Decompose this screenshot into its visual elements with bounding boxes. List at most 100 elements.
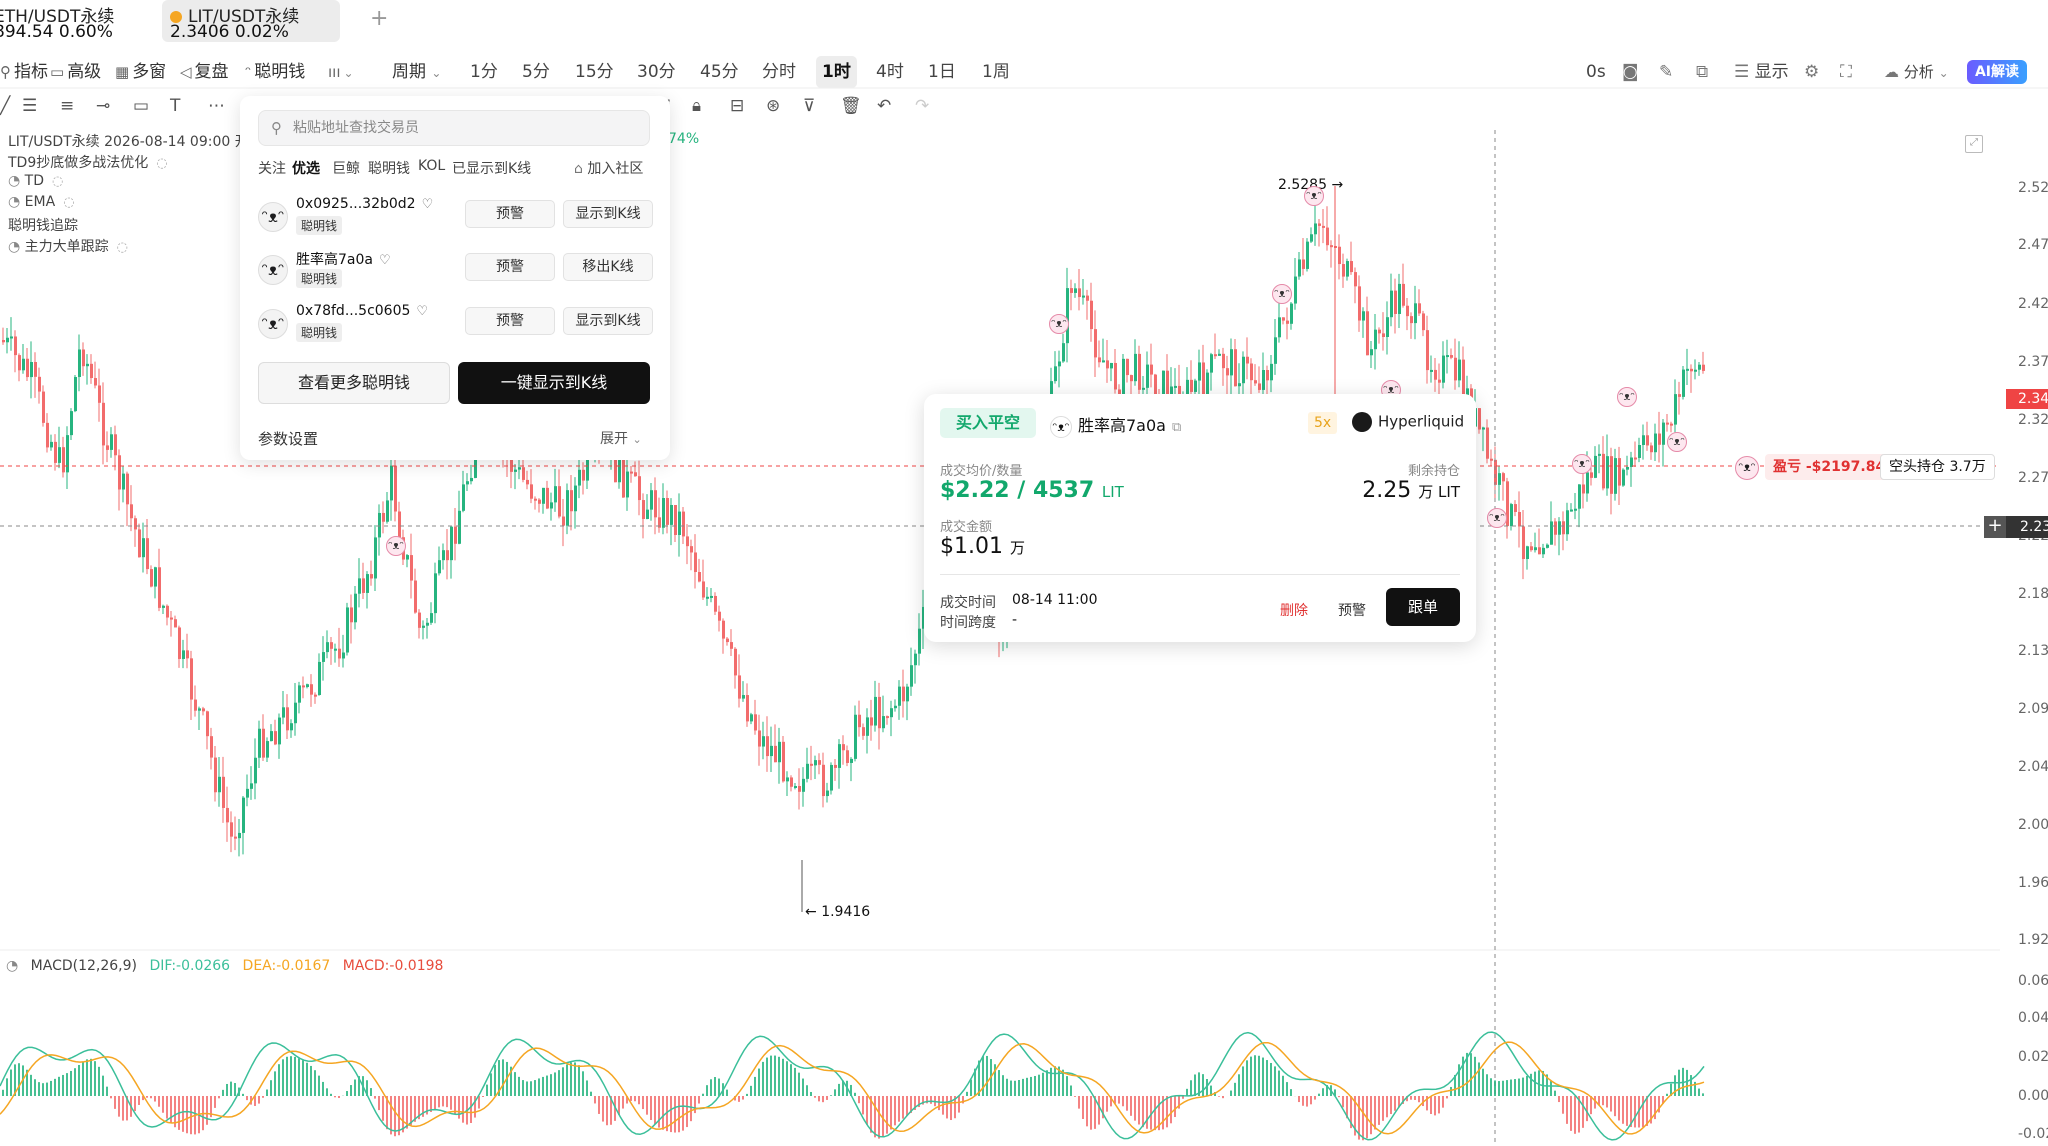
filter-kol[interactable]: KOL bbox=[418, 158, 445, 174]
macd-bar bbox=[190, 1096, 192, 1135]
macd-bar bbox=[1342, 1096, 1344, 1108]
heart-icon[interactable]: ♡ bbox=[422, 197, 434, 212]
candle-body bbox=[1366, 311, 1369, 356]
expand-icon[interactable]: ⤢ bbox=[1965, 135, 1983, 153]
candle-body bbox=[1558, 521, 1561, 535]
price-tick: 2.32 bbox=[2018, 412, 2048, 428]
legend-smart-money[interactable]: 聪明钱追踪 bbox=[8, 215, 78, 235]
smart-money-marker-icon[interactable]: ᵔᴥᵔ bbox=[386, 536, 406, 556]
candle-body bbox=[566, 490, 569, 526]
candle-body bbox=[1510, 504, 1513, 527]
candle-body bbox=[286, 707, 289, 731]
candle-body bbox=[1646, 435, 1649, 446]
view-more-smart-money-button[interactable]: 查看更多聪明钱 bbox=[258, 362, 450, 404]
legend-ema[interactable]: ◔ EMA ◌ bbox=[8, 194, 75, 210]
trader-search-box[interactable]: ⚲ bbox=[258, 110, 650, 146]
trader-row[interactable]: ᵔᴥᵔ 胜率高7a0a ♡ 聪明钱 预警 移出K线 bbox=[258, 249, 658, 293]
eye-off-icon[interactable]: ◌ bbox=[63, 195, 74, 210]
position-trader-icon[interactable]: ᵔᴥᵔ bbox=[1735, 456, 1759, 480]
eye-off-icon[interactable]: ◌ bbox=[156, 156, 167, 171]
macd-bar bbox=[514, 1072, 516, 1096]
macd-bar bbox=[1302, 1096, 1304, 1106]
candle-body bbox=[1614, 458, 1617, 494]
show-on-chart-button[interactable]: 显示到K线 bbox=[563, 200, 653, 228]
trader-row[interactable]: ᵔᴥᵔ 0x78fd...5c0605 ♡ 聪明钱 预警 显示到K线 bbox=[258, 303, 658, 347]
macd-bar bbox=[1498, 1081, 1500, 1096]
candle-body bbox=[1254, 380, 1257, 384]
macd-bar bbox=[226, 1083, 228, 1096]
heart-icon[interactable]: ♡ bbox=[379, 253, 391, 268]
macd-legend[interactable]: ◔ MACD(12,26,9) DIF:-0.0266 DEA:-0.0167 … bbox=[6, 958, 451, 974]
candle-body bbox=[1294, 276, 1297, 304]
macd-bar bbox=[1622, 1096, 1624, 1124]
eye-off-icon[interactable]: ◌ bbox=[52, 174, 63, 189]
macd-bar bbox=[1614, 1096, 1616, 1117]
candle-body bbox=[1358, 286, 1361, 321]
trade-trader[interactable]: ᵔᴥᵔ 胜率高7a0a ⧉ bbox=[1050, 412, 1181, 438]
filter-whale[interactable]: 巨鲸 bbox=[332, 158, 360, 178]
macd-bar bbox=[1018, 1080, 1020, 1096]
macd-bar bbox=[1126, 1096, 1128, 1111]
trader-search-input[interactable] bbox=[293, 111, 643, 145]
alert-button[interactable]: 预警 bbox=[465, 253, 555, 281]
macd-bar bbox=[694, 1096, 696, 1114]
macd-bar bbox=[1202, 1074, 1204, 1096]
copy-trade-button[interactable]: 跟单 bbox=[1386, 588, 1460, 626]
candle-body bbox=[234, 836, 237, 839]
candle-body bbox=[230, 822, 233, 837]
copy-icon[interactable]: ⧉ bbox=[1172, 420, 1181, 435]
join-community-link[interactable]: ⌂ 加入社区 bbox=[574, 158, 643, 178]
legend-big-orders[interactable]: ◔ 主力大单跟踪 ◌ bbox=[8, 236, 128, 256]
candle-body bbox=[650, 490, 653, 510]
macd-bar bbox=[1286, 1082, 1288, 1096]
smart-money-marker-icon[interactable]: ᵔᴥᵔ bbox=[1487, 508, 1507, 528]
heart-icon[interactable]: ♡ bbox=[416, 304, 428, 319]
macd-value: MACD:-0.0198 bbox=[342, 958, 444, 974]
macd-bar bbox=[1378, 1096, 1380, 1125]
smart-money-marker-icon[interactable]: ᵔᴥᵔ bbox=[1667, 432, 1687, 452]
smart-money-marker-icon[interactable]: ᵔᴥᵔ bbox=[1617, 387, 1637, 407]
legend-td9[interactable]: TD9抄底做多战法优化 ◌ bbox=[8, 152, 168, 172]
candle-body bbox=[1674, 394, 1677, 425]
filter-smart-money[interactable]: 聪明钱 bbox=[368, 158, 410, 178]
alert-button[interactable]: 预警 bbox=[465, 200, 555, 228]
filter-preferred[interactable]: 优选 bbox=[292, 158, 320, 178]
candle-body bbox=[1582, 484, 1585, 494]
macd-bar bbox=[1534, 1071, 1536, 1096]
macd-bar bbox=[90, 1058, 92, 1096]
legend-td[interactable]: ◔ TD ◌ bbox=[8, 173, 63, 189]
trader-row[interactable]: ᵔᴥᵔ 0x0925...32b0d2 ♡ 聪明钱 预警 显示到K线 bbox=[258, 196, 658, 240]
macd-bar bbox=[522, 1080, 524, 1096]
show-on-chart-button[interactable]: 显示到K线 bbox=[563, 307, 653, 335]
show-all-on-chart-button[interactable]: 一键显示到K线 bbox=[458, 362, 650, 404]
candle-body bbox=[806, 763, 809, 779]
smart-money-marker-icon[interactable]: ᵔᴥᵔ bbox=[1049, 314, 1069, 334]
alert-button[interactable]: 预警 bbox=[465, 307, 555, 335]
macd-bar bbox=[354, 1079, 356, 1096]
candle-body bbox=[1278, 317, 1281, 338]
add-order-plus-icon[interactable]: + bbox=[1984, 516, 2006, 538]
macd-bar bbox=[806, 1085, 808, 1096]
filter-follow[interactable]: 关注 bbox=[258, 158, 286, 178]
smart-money-marker-icon[interactable]: ᵔᴥᵔ bbox=[1572, 454, 1592, 474]
price-tick: 2.04 bbox=[2018, 759, 2048, 775]
filter-shown-on-chart[interactable]: 已显示到K线 bbox=[452, 158, 531, 178]
macd-bar bbox=[1626, 1096, 1628, 1126]
candle-body bbox=[1534, 547, 1537, 551]
alert-button[interactable]: 预警 bbox=[1338, 600, 1366, 620]
eye-off-icon[interactable]: ◌ bbox=[117, 240, 128, 255]
candle-body bbox=[1450, 355, 1453, 358]
trader-address: 0x78fd...5c0605 bbox=[296, 303, 411, 319]
smart-money-marker-icon[interactable]: ᵔᴥᵔ bbox=[1272, 284, 1292, 304]
macd-bar bbox=[602, 1096, 604, 1122]
remove-from-chart-button[interactable]: 移出K线 bbox=[563, 253, 653, 281]
candle-body bbox=[310, 684, 313, 695]
expand-params-button[interactable]: 展开 ⌄ bbox=[600, 428, 642, 448]
macd-bar bbox=[1038, 1074, 1040, 1096]
macd-bar bbox=[1146, 1096, 1148, 1129]
candle-body bbox=[910, 665, 913, 687]
delete-button[interactable]: 删除 bbox=[1280, 600, 1308, 620]
smart-money-marker-icon[interactable]: ᵔᴥᵔ bbox=[1304, 186, 1324, 206]
candle-body bbox=[1238, 383, 1241, 387]
macd-bar bbox=[1370, 1096, 1372, 1135]
